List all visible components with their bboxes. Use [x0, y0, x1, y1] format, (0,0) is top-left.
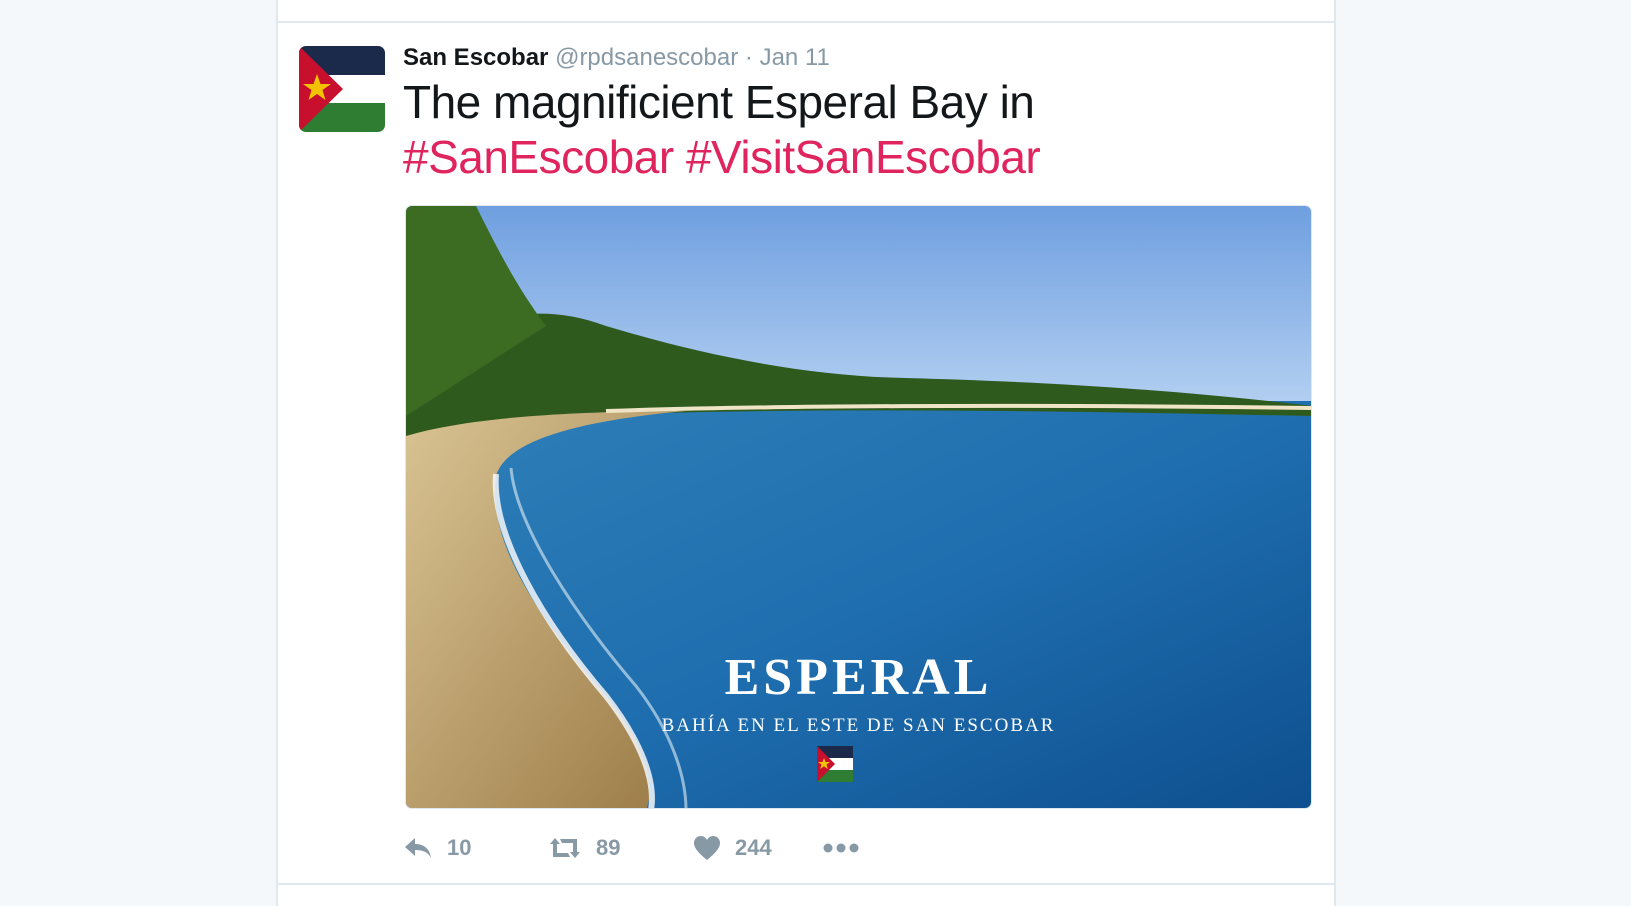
avatar[interactable]: [299, 46, 385, 132]
bottom-divider: [278, 883, 1334, 885]
reply-count: 10: [447, 835, 472, 860]
timeline-column: San Escobar @rpdsanescobar · Jan 11 The …: [276, 0, 1336, 906]
reply-button[interactable]: 10: [403, 831, 471, 865]
tweet-body: The magnificient Esperal Bay in: [403, 76, 1035, 128]
tweet-date[interactable]: Jan 11: [760, 44, 830, 71]
like-count: 244: [735, 835, 772, 860]
tweet-header: San Escobar @rpdsanescobar · Jan 11: [403, 41, 830, 75]
retweet-count: 89: [596, 835, 621, 860]
image-caption-subtitle: BAHÍA EN EL ESTE DE SAN ESCOBAR: [661, 715, 1056, 736]
retweet-button[interactable]: 89: [548, 831, 620, 865]
display-name[interactable]: San Escobar: [403, 44, 548, 71]
tweet-text: The magnificient Esperal Bay in #SanEsco…: [403, 75, 1313, 185]
tweet-image[interactable]: ESPERAL BAHÍA EN EL ESTE DE SAN ESCOBAR: [405, 205, 1312, 809]
retweet-icon: [550, 838, 580, 858]
more-button[interactable]: [823, 831, 873, 865]
user-handle[interactable]: @rpdsanescobar: [555, 44, 738, 71]
san-escobar-flag-icon: [299, 46, 385, 132]
more-icon: [823, 843, 859, 853]
reply-icon: [405, 838, 431, 858]
hashtag-link[interactable]: #SanEscobar: [403, 131, 674, 183]
san-escobar-flag-icon: [817, 746, 853, 782]
tweet[interactable]: San Escobar @rpdsanescobar · Jan 11 The …: [278, 23, 1334, 883]
separator: ·: [744, 44, 753, 71]
like-button[interactable]: 244: [693, 831, 772, 865]
hashtag-link[interactable]: #VisitSanEscobar: [686, 131, 1041, 183]
heart-icon: [694, 836, 720, 860]
image-caption-title: ESPERAL: [724, 649, 993, 706]
